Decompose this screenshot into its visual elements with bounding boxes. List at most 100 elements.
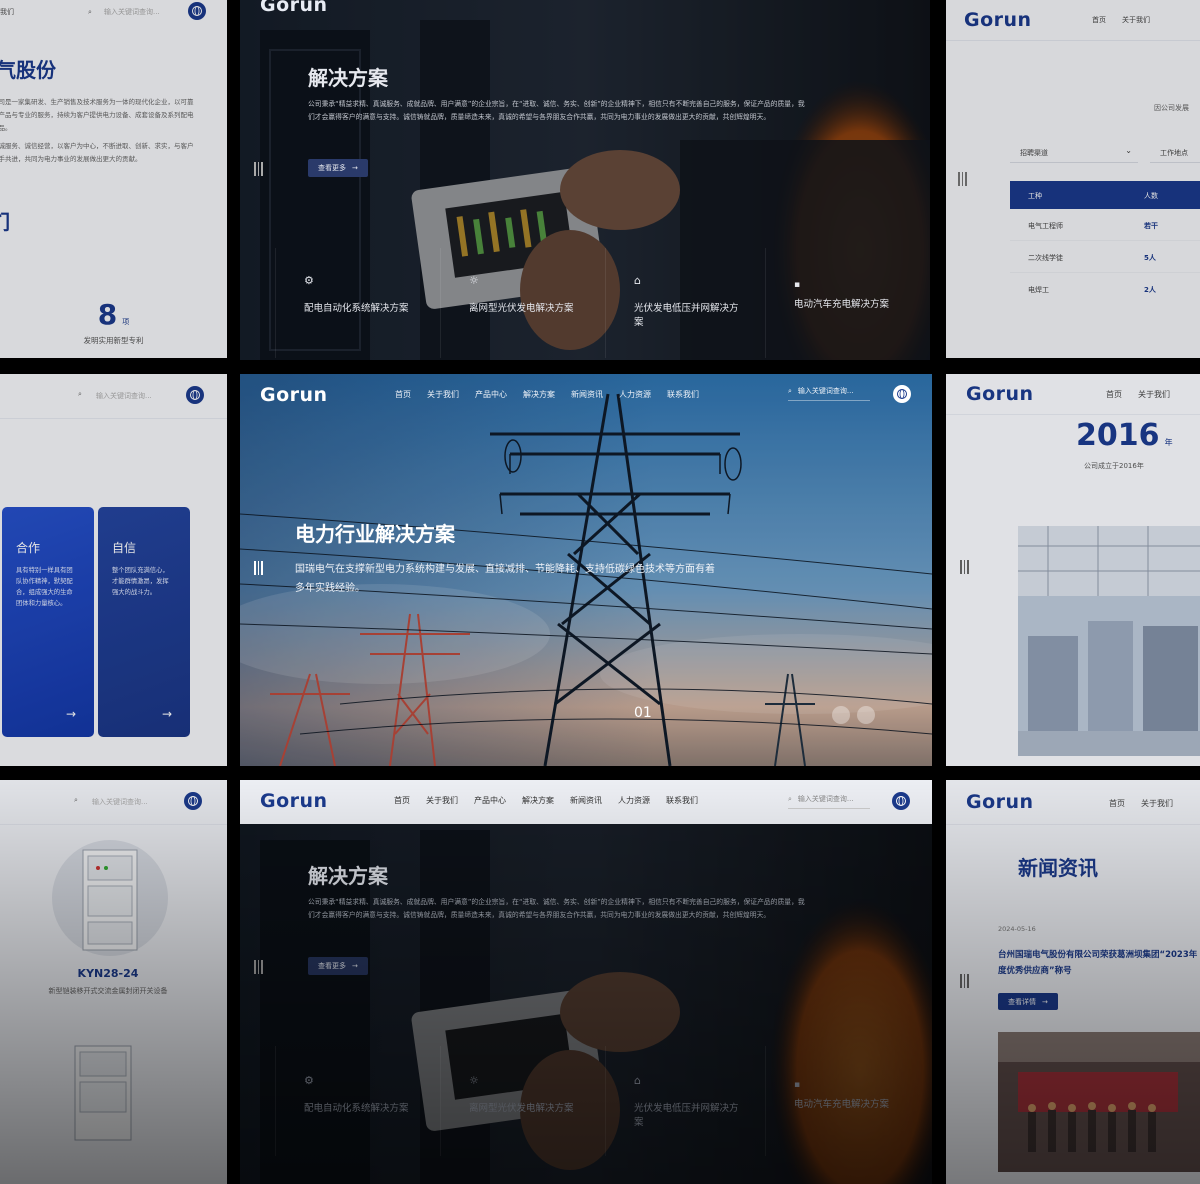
language-globe-icon[interactable] (188, 2, 206, 20)
solution-item-2[interactable]: ☼ 离网型光伏发电解决方案 (440, 248, 606, 358)
nav-item-news[interactable]: 新闻资讯 (570, 795, 602, 806)
slide-dot[interactable] (832, 706, 850, 724)
arrow-right-icon[interactable]: → (66, 707, 76, 721)
solutions-nav-bottom: Gorun 首页 关于我们 产品中心 解决方案 新闻资讯 人力资源 联系我们 ⌕… (240, 780, 932, 824)
nav-item-about[interactable]: 关于我们 (1138, 389, 1170, 400)
search-input[interactable]: 输入关键词查询... (104, 7, 160, 17)
automation-icon: ⚙ (304, 274, 314, 287)
value-card-confidence[interactable]: 自信 整个团队充满信心，才能群情激昂，发挥强大的战斗力。 → (98, 507, 190, 737)
nav-item-products[interactable]: 产品中心 (475, 389, 507, 400)
solution-item-1[interactable]: ⚙ 配电自动化系统解决方案 (275, 1046, 441, 1156)
menu-handle[interactable] (254, 162, 264, 176)
search-input[interactable]: 输入关键词查询... (798, 386, 854, 396)
table-row[interactable]: 电气工程师 若干 (1010, 209, 1200, 241)
dim-overlay (946, 0, 1200, 358)
nav-item-home[interactable]: 首页 (394, 795, 410, 806)
news-nav: Gorun 首页 关于我们 (946, 780, 1200, 825)
nav-item-solutions[interactable]: 解决方案 (522, 795, 554, 806)
solution-item-2[interactable]: ☼ 离网型光伏发电解决方案 (440, 1046, 606, 1156)
solution-item-3[interactable]: ⌂ 光伏发电低压并网解决方案 (605, 1046, 771, 1156)
logo[interactable]: Gorun (260, 384, 328, 406)
news-headline[interactable]: 台州国瑞电气股份有限公司荣获葛洲坝集团“2023年度优秀供应商”称号 (998, 947, 1200, 979)
nav-item-news[interactable]: 新闻资讯 (571, 389, 603, 400)
nav-item-home[interactable]: 首页 (395, 389, 411, 400)
charger-icon: ▪ (794, 280, 801, 290)
search-icon[interactable]: ⌕ (74, 796, 78, 805)
solutions-more-button[interactable]: 查看更多 → (308, 159, 368, 177)
solution-item-4[interactable]: ▪ 电动汽车充电解决方案 (765, 1046, 931, 1156)
founding-caption: 公司成立于2016年 (1084, 462, 1144, 470)
automation-icon: ⚙ (304, 1074, 314, 1087)
logo[interactable]: Gorun (964, 9, 1032, 31)
founding-year: 2016 年 (1076, 418, 1173, 453)
search-icon[interactable]: ⌕ (88, 8, 92, 17)
value-card-text: 整个团队充满信心，才能群情激昂，发挥强大的战斗力。 (112, 567, 169, 596)
search-box[interactable]: ⌕ 输入关键词查询... (788, 794, 870, 809)
solution-item-label: 离网型光伏发电解决方案 (469, 303, 574, 314)
solution-item-1[interactable]: ⚙ 配电自动化系统解决方案 (275, 248, 441, 358)
nav-item-about[interactable]: 关于我们 (1141, 798, 1173, 809)
about-para-1: 公司是一家集研发、生产销售及技术服务为一体的现代化企业，以可靠的产品与专业的服务… (0, 98, 194, 132)
solution-item-4[interactable]: ▪ 电动汽车充电解决方案 (765, 248, 930, 358)
hero-desc: 国瑞电气在支撑新型电力系统构建与发展、直接减排、节能降耗、支持低碳绿色技术等方面… (295, 564, 715, 594)
language-globe-icon[interactable] (893, 385, 911, 403)
solutions-nav-top: Gorun (240, 0, 930, 16)
news-detail-label: 查看详情 (1008, 997, 1036, 1006)
solutions-more-button[interactable]: 查看更多 → (308, 957, 368, 975)
job-title: 二次线学徒 (1028, 254, 1063, 262)
search-input[interactable]: 输入关键词查询... (96, 391, 152, 401)
solutions-title: 解决方案 (308, 66, 388, 90)
column-header-count: 人数 (1144, 192, 1158, 200)
menu-handle[interactable] (960, 560, 970, 574)
menu-handle[interactable] (254, 960, 264, 974)
recruit-filter-location[interactable]: 工作地点 (1150, 142, 1200, 163)
language-globe-icon[interactable] (184, 792, 202, 810)
hero-search[interactable]: ⌕ 输入关键词查询... (788, 386, 870, 401)
nav-item-solutions[interactable]: 解决方案 (523, 389, 555, 400)
menu-handle[interactable] (960, 974, 970, 988)
value-card-cooperation[interactable]: 合作 具有特别一样具有团队协作精神，默契配合，组成强大的生命团体和力量核心。 → (2, 507, 94, 737)
arrow-right-icon[interactable]: → (162, 707, 172, 721)
language-globe-icon[interactable] (892, 792, 910, 810)
logo[interactable]: Gorun (260, 0, 328, 16)
search-input[interactable]: 输入关键词查询... (798, 794, 854, 804)
logo[interactable]: Gorun (966, 383, 1034, 405)
history-panel: Gorun 首页 关于我们 2016 年 公司成立于2016年 (946, 374, 1200, 766)
menu-handle[interactable] (958, 172, 968, 186)
news-detail-button[interactable]: 查看详情 → (998, 993, 1058, 1010)
nav-item-about[interactable]: 关于我们 (427, 389, 459, 400)
value-card-text: 具有特别一样具有团队协作精神，默契配合，组成强大的生命团体和力量核心。 (16, 567, 73, 607)
solution-item-label: 配电自动化系统解决方案 (304, 303, 409, 314)
recruit-filter-channel[interactable]: 招聘渠道 ⌄ (1010, 142, 1138, 163)
solution-item-label: 光伏发电低压并网解决方案 (634, 303, 739, 328)
column-header-job: 工种 (1028, 192, 1042, 200)
logo[interactable]: Gorun (966, 791, 1034, 813)
nav-item-home[interactable]: 首页 (1106, 389, 1122, 400)
table-row[interactable]: 二次线学徒 5人 (1010, 241, 1200, 273)
nav-item-contact[interactable]: 联系我们 (667, 389, 699, 400)
search-icon[interactable]: ⌕ (78, 390, 82, 399)
nav-item-hr[interactable]: 人力资源 (619, 389, 651, 400)
value-card-title: 合作 (16, 541, 41, 555)
solution-item-3[interactable]: ⌂ 光伏发电低压并网解决方案 (605, 248, 771, 358)
nav-about-link[interactable]: 关于我们 (0, 7, 14, 17)
search-input[interactable]: 输入关键词查询... (92, 797, 148, 807)
nav-item-about[interactable]: 关于我们 (426, 795, 458, 806)
solutions-more-label: 查看更多 (318, 962, 346, 970)
language-globe-icon[interactable] (186, 386, 204, 404)
table-row[interactable]: 电焊工 2人 (1010, 273, 1200, 304)
logo[interactable]: Gorun (260, 790, 328, 812)
job-title: 电气工程师 (1028, 222, 1063, 230)
nav-item-home[interactable]: 首页 (1109, 798, 1125, 809)
job-count: 若干 (1144, 222, 1158, 230)
nav-item-about[interactable]: 关于我们 (1122, 15, 1150, 25)
nav-item-home[interactable]: 首页 (1092, 15, 1106, 25)
menu-handle[interactable] (254, 561, 264, 575)
nav-item-products[interactable]: 产品中心 (474, 795, 506, 806)
nav-item-contact[interactable]: 联系我们 (666, 795, 698, 806)
slide-dot[interactable] (857, 706, 875, 724)
nav-item-hr[interactable]: 人力资源 (618, 795, 650, 806)
nav-menu: 首页 关于我们 产品中心 解决方案 新闻资讯 人力资源 联系我们 (395, 389, 699, 400)
year-unit: 年 (1164, 438, 1173, 447)
news-panel: Gorun 首页 关于我们 新闻资讯 2024-05-16 台州国瑞电气股份有限… (946, 780, 1200, 1184)
